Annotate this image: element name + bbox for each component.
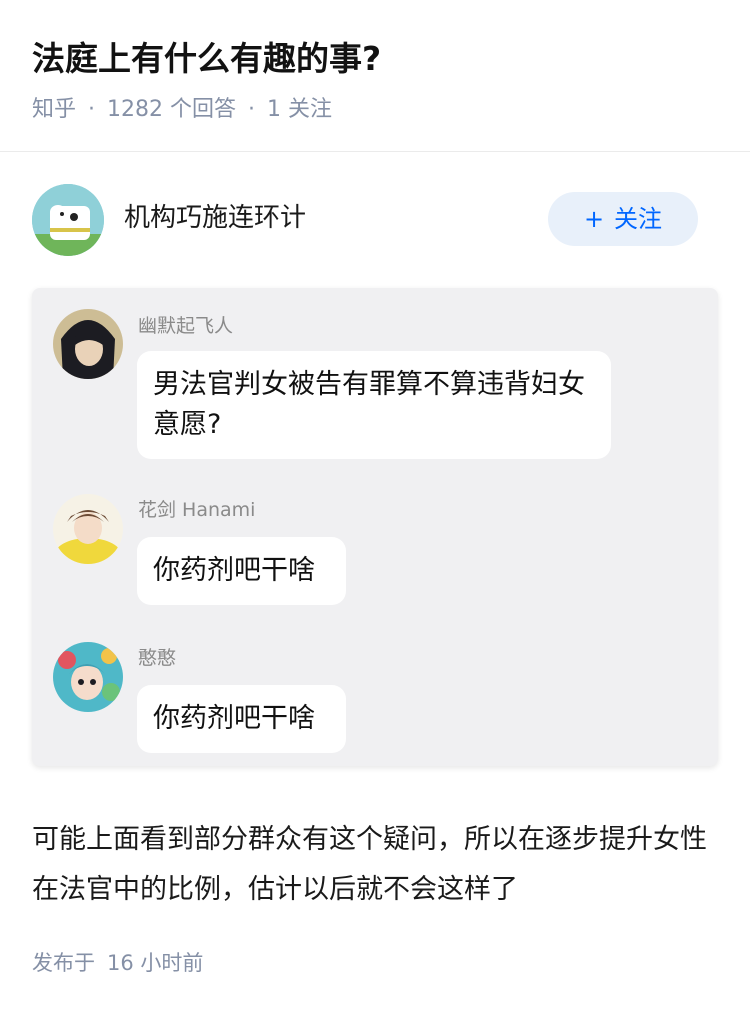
answer-count[interactable]: 1282 个回答	[107, 97, 236, 122]
source-label[interactable]: 知乎	[32, 97, 76, 122]
plus-icon: +	[583, 205, 605, 233]
author-avatar[interactable]	[32, 184, 104, 256]
sender-name: 幽默起飞人	[138, 315, 234, 337]
chat-screenshot: 幽默起飞人 男法官判女被告有罪算不算违背妇女意愿? 花剑 Hanami 你药剂吧…	[32, 288, 718, 766]
follow-count: 1 关注	[267, 97, 332, 122]
message-bubble: 你药剂吧干啥	[137, 537, 346, 605]
header-divider	[0, 151, 750, 152]
sender-name: 花剑 Hanami	[138, 499, 256, 521]
meta-separator: ·	[248, 97, 255, 122]
avatar	[53, 309, 123, 379]
avatar	[53, 642, 123, 712]
follow-label: 关注	[614, 205, 663, 233]
question-title[interactable]: 法庭上有什么有趣的事?	[32, 36, 381, 82]
author-name[interactable]: 机构巧施连环计	[124, 200, 306, 236]
question-meta: 知乎 · 1282 个回答 · 1 关注	[32, 94, 332, 126]
message-bubble: 你药剂吧干啥	[137, 685, 346, 753]
published-info: 发布于 16 小时前	[32, 948, 203, 978]
message-bubble: 男法官判女被告有罪算不算违背妇女意愿?	[137, 351, 611, 459]
published-label: 发布于	[32, 951, 95, 975]
published-time: 16 小时前	[107, 951, 204, 975]
follow-button[interactable]: + 关注	[548, 192, 698, 246]
answer-body: 可能上面看到部分群众有这个疑问，所以在逐步提升女性在法官中的比例，估计以后就不会…	[32, 824, 707, 905]
sender-name: 憨憨	[138, 647, 177, 669]
meta-separator: ·	[88, 97, 96, 122]
avatar	[53, 494, 123, 564]
